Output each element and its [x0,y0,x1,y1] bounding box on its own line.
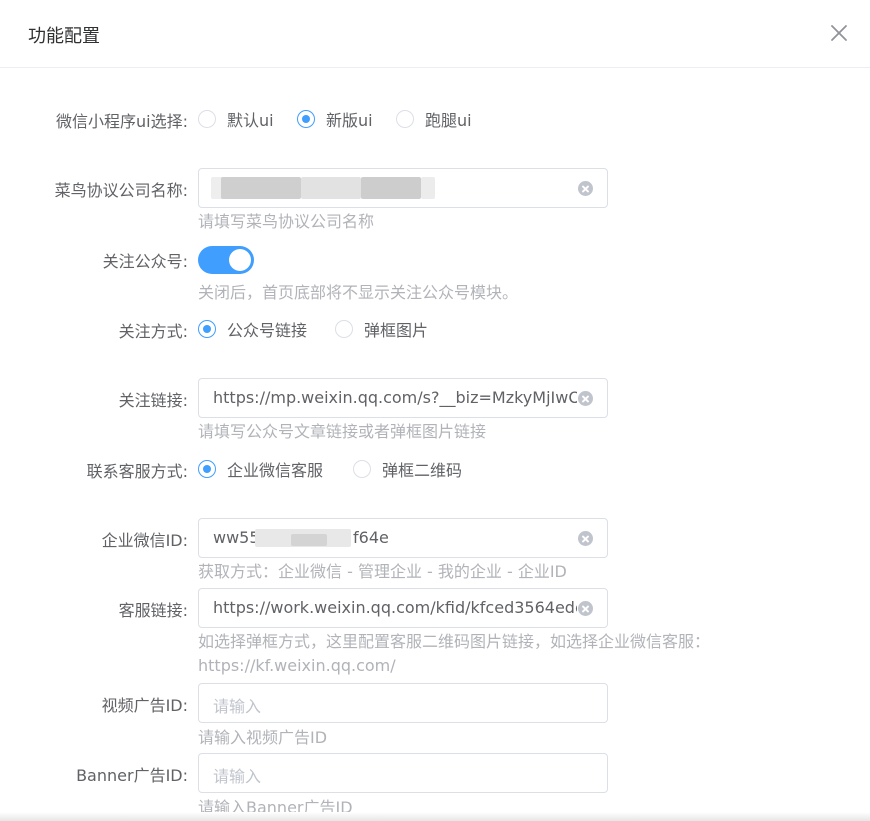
follow-link-input[interactable]: https://mp.weixin.qq.com/s?__biz=MzkyMjI… [198,378,608,418]
banner-ad-label: Banner广告ID: [76,766,188,785]
radio-dot [396,110,414,128]
radio-label: 默认ui [227,111,274,130]
service-method-label: 联系客服方式: [86,462,188,481]
company-name-label: 菜鸟协议公司名称: [54,181,188,200]
radio-errand-ui[interactable]: 跑腿ui [396,108,472,130]
radio-popup-qrcode[interactable]: 弹框二维码 [353,458,462,480]
video-ad-input[interactable]: 请输入 [198,683,608,723]
follow-official-hint: 关闭后，首页底部将不显示关注公众号模块。 [198,283,519,302]
banner-ad-placeholder: 请输入 [213,767,262,786]
radio-default-ui[interactable]: 默认ui [198,108,274,130]
radio-official-link[interactable]: 公众号链接 [198,318,307,340]
radio-dot [335,320,353,338]
radio-new-ui[interactable]: 新版ui [297,108,373,130]
radio-label: 跑腿ui [425,111,472,130]
service-link-hint: 如选择弹框方式，这里配置客服二维码图片链接，如选择企业微信客服：https://… [198,632,711,675]
company-name-input[interactable] [198,168,608,208]
service-link-label: 客服链接: [118,601,188,620]
corp-id-input[interactable]: ww55 f64e [198,518,608,558]
radio-popup-image[interactable]: 弹框图片 [335,318,428,340]
radio-dot [198,110,216,128]
radio-wecom-service[interactable]: 企业微信客服 [198,458,323,480]
company-name-hint: 请填写菜鸟协议公司名称 [198,212,375,231]
redacted-block [361,177,421,199]
corp-id-value-suffix: f64e [353,528,389,547]
clear-icon[interactable] [578,531,593,546]
radio-label: 公众号链接 [227,321,308,340]
video-ad-label: 视频广告ID: [101,696,188,715]
follow-link-value: https://mp.weixin.qq.com/s?__biz=MzkyMjI… [213,388,577,407]
redacted-block [421,177,435,199]
corp-id-hint: 获取方式：企业微信 - 管理企业 - 我的企业 - 企业ID [198,562,567,581]
clear-icon[interactable] [578,181,593,196]
radio-dot [297,110,315,128]
redacted-block [221,177,301,199]
corp-id-label: 企业微信ID: [101,531,188,550]
banner-ad-input[interactable]: 请输入 [198,753,608,793]
video-ad-placeholder: 请输入 [213,697,262,716]
redacted-block [291,534,327,546]
corp-id-value-prefix: ww55 [213,528,260,547]
dialog-title: 功能配置 [28,26,100,47]
dialog-header: 功能配置 [0,0,870,68]
radio-dot [198,320,216,338]
switch-knob [229,249,251,271]
radio-label: 弹框图片 [364,321,429,340]
radio-dot [198,460,216,478]
video-ad-hint: 请输入视频广告ID [198,728,328,747]
dialog-bottom-edge [0,812,870,821]
service-link-input[interactable]: https://work.weixin.qq.com/kfid/kfced356… [198,588,608,628]
clear-icon[interactable] [578,601,593,616]
follow-official-switch[interactable] [198,246,254,274]
clear-icon[interactable] [578,391,593,406]
radio-label: 企业微信客服 [227,461,324,480]
follow-link-label: 关注链接: [118,391,188,410]
redacted-block [301,177,361,199]
radio-label: 新版ui [326,111,373,130]
service-link-value: https://work.weixin.qq.com/kfid/kfced356… [213,598,577,617]
follow-method-label: 关注方式: [118,322,188,341]
radio-dot [353,460,371,478]
ui-select-label: 微信小程序ui选择: [56,112,188,131]
close-icon[interactable] [828,22,850,44]
radio-label: 弹框二维码 [382,461,463,480]
follow-link-hint: 请填写公众号文章链接或者弹框图片链接 [198,422,487,441]
follow-official-label: 关注公众号: [102,252,188,271]
